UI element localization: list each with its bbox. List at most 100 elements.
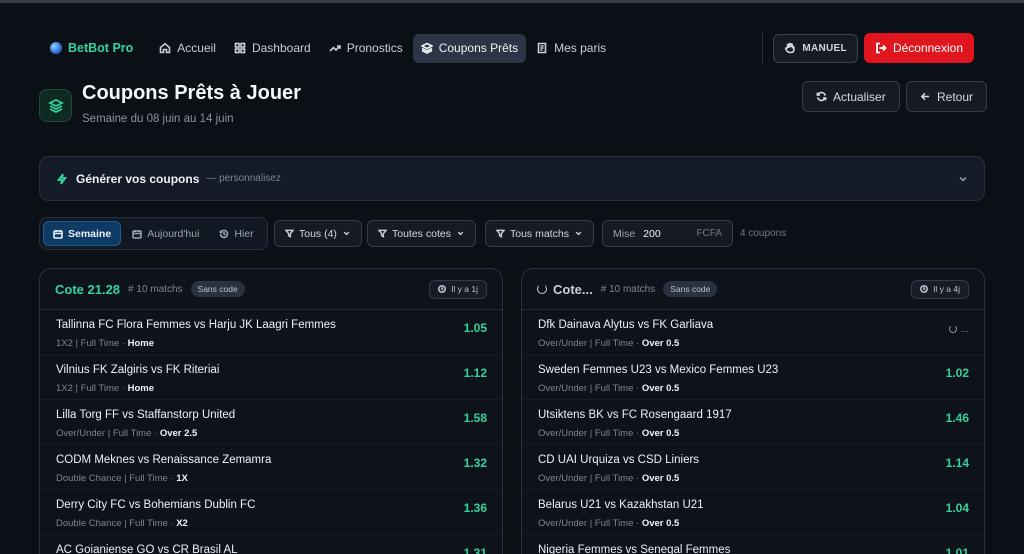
hand-icon bbox=[785, 42, 796, 54]
match-odd: 1.58 bbox=[463, 411, 487, 425]
coupon-card[interactable]: Cote 21.28 # 10 matchs Sans code Il y a … bbox=[39, 268, 503, 554]
market-label: Double Chance | Full Time · bbox=[56, 518, 177, 529]
tab-label: Semaine bbox=[68, 227, 112, 240]
coupon-card[interactable]: Cote... # 10 matchs Sans code Il y a 4j … bbox=[521, 268, 985, 554]
back-button[interactable]: Retour bbox=[906, 81, 988, 112]
tab-aujourdhui[interactable]: Aujourd'hui bbox=[123, 221, 208, 246]
nav-item-dashboard[interactable]: Dashboard bbox=[226, 34, 319, 63]
dropdown-label: Toutes cotes bbox=[392, 227, 451, 240]
layers-icon bbox=[420, 42, 433, 54]
tab-hier[interactable]: Hier bbox=[210, 221, 262, 246]
selection-label: 1X bbox=[176, 473, 188, 484]
list-item[interactable]: Nigeria Femmes vs Senegal Femmes 1.01 bbox=[522, 535, 984, 554]
selection-label: Over 0.5 bbox=[641, 428, 680, 439]
market-label: Over/Under | Full Time · bbox=[538, 338, 642, 349]
brand-name: BetBot Pro bbox=[68, 41, 134, 55]
pending-odd: ... bbox=[949, 324, 969, 334]
list-item[interactable]: Tallinna FC Flora Femmes vs Harju JK Laa… bbox=[40, 310, 502, 355]
match-odd: 1.12 bbox=[463, 366, 487, 380]
list-item[interactable]: CODM Meknes vs Renaissance Zemamra Doubl… bbox=[40, 445, 502, 490]
match-meta: Double Chance | Full Time · X2 bbox=[56, 518, 188, 529]
nav-item-coupons-prets[interactable]: Coupons Prêts bbox=[412, 33, 527, 63]
list-item[interactable]: Dfk Dainava Alytus vs FK Garliava Over/U… bbox=[522, 310, 984, 355]
market-label: Over/Under | Full Time · bbox=[538, 428, 642, 439]
market-label: Over/Under | Full Time · bbox=[538, 383, 642, 394]
coupon-odds: Cote 21.28 bbox=[55, 281, 121, 297]
list-item[interactable]: Vilnius FK Zalgiris vs FK Riteriai 1X2 |… bbox=[40, 355, 502, 400]
manuel-button[interactable]: MANUEL bbox=[773, 33, 858, 63]
code-badge: Sans code bbox=[190, 281, 245, 297]
loading-spinner-icon bbox=[537, 284, 547, 294]
tab-semaine[interactable]: Semaine bbox=[43, 221, 122, 246]
match-name: Lilla Torg FF vs Staffanstorp United bbox=[56, 409, 236, 421]
refresh-button[interactable]: Actualiser bbox=[802, 81, 900, 112]
list-item[interactable]: AC Goianiense GO vs CR Brasil AL 1.31 bbox=[40, 535, 502, 554]
chevron-down-icon bbox=[575, 231, 582, 236]
page-title: Coupons Prêts à Jouer bbox=[82, 82, 301, 104]
nav-item-accueil[interactable]: Accueil bbox=[151, 34, 224, 63]
refresh-icon bbox=[816, 91, 827, 102]
filter-icon bbox=[496, 229, 505, 238]
period-segmented-control: Semaine Aujourd'hui Hier bbox=[39, 217, 268, 250]
stake-input[interactable]: Mise 200 FCFA bbox=[602, 220, 733, 247]
selection-label: Over 2.5 bbox=[159, 428, 198, 439]
chevron-down-icon bbox=[457, 231, 464, 236]
loading-spinner-icon bbox=[949, 325, 958, 333]
match-name: Vilnius FK Zalgiris vs FK Riteriai bbox=[56, 364, 220, 376]
brand[interactable]: BetBot Pro bbox=[50, 41, 133, 55]
list-item[interactable]: Belarus U21 vs Kazakhstan U21 Over/Under… bbox=[522, 490, 984, 535]
dropdown-label: Tous (4) bbox=[299, 227, 337, 240]
match-meta: 1X2 | Full Time · Home bbox=[56, 383, 154, 394]
filter-icon bbox=[285, 229, 294, 238]
chevron-down-icon bbox=[343, 231, 350, 236]
status-filter-dropdown[interactable]: Tous (4) bbox=[274, 220, 362, 247]
match-odd: 1.01 bbox=[945, 546, 969, 554]
chevron-down-icon bbox=[959, 176, 967, 182]
time-label: Il y a 4j bbox=[933, 284, 960, 294]
history-icon bbox=[220, 229, 229, 238]
market-label: Double Chance | Full Time · bbox=[56, 473, 177, 484]
list-item[interactable]: Derry City FC vs Bohemians Dublin FC Dou… bbox=[40, 490, 502, 535]
selection-label: Over 0.5 bbox=[641, 473, 680, 484]
market-label: Over/Under | Full Time · bbox=[538, 518, 642, 529]
match-odd: 1.31 bbox=[463, 546, 487, 554]
list-item[interactable]: Sweden Femmes U23 vs Mexico Femmes U23 O… bbox=[522, 355, 984, 400]
generate-coupons-panel[interactable]: Générer vos coupons — personnalisez bbox=[39, 156, 985, 201]
bolt-icon bbox=[56, 172, 68, 185]
match-name: CODM Meknes vs Renaissance Zemamra bbox=[56, 454, 272, 466]
currency-label: FCFA bbox=[696, 228, 722, 239]
tab-label: Aujourd'hui bbox=[147, 227, 200, 240]
nav-item-label: Coupons Prêts bbox=[438, 41, 519, 55]
logout-label: Déconnexion bbox=[892, 41, 963, 55]
nav-item-label: Mes paris bbox=[554, 41, 607, 55]
stake-value[interactable]: 200 bbox=[643, 228, 661, 240]
coupon-header: Cote 21.28 # 10 matchs Sans code Il y a … bbox=[40, 269, 502, 310]
top-nav: BetBot Pro Accueil Dashboard Pronostics … bbox=[50, 33, 974, 63]
match-meta: Over/Under | Full Time · Over 0.5 bbox=[538, 338, 679, 349]
logout-icon bbox=[876, 42, 887, 54]
code-badge: Sans code bbox=[663, 281, 718, 297]
match-meta: 1X2 | Full Time · Home bbox=[56, 338, 154, 349]
coupon-count: 4 coupons bbox=[740, 228, 787, 239]
match-name: Belarus U21 vs Kazakhstan U21 bbox=[538, 499, 704, 511]
list-item[interactable]: Lilla Torg FF vs Staffanstorp United Ove… bbox=[40, 400, 502, 445]
matches-filter-dropdown[interactable]: Tous matchs bbox=[485, 220, 594, 247]
nav-item-pronostics[interactable]: Pronostics bbox=[321, 34, 411, 63]
market-label: 1X2 | Full Time · bbox=[56, 383, 128, 394]
market-label: 1X2 | Full Time · bbox=[56, 338, 128, 349]
match-odd: 1.04 bbox=[945, 501, 969, 515]
filter-icon bbox=[378, 229, 387, 238]
selection-label: Over 0.5 bbox=[641, 518, 680, 529]
list-item[interactable]: CD UAI Urquiza vs CSD Liniers Over/Under… bbox=[522, 445, 984, 490]
selection-label: Home bbox=[127, 383, 155, 394]
nav-item-label: Accueil bbox=[177, 41, 216, 55]
globe-icon bbox=[50, 42, 62, 54]
logout-button[interactable]: Déconnexion bbox=[863, 33, 974, 63]
nav-divider bbox=[762, 33, 764, 63]
layers-icon bbox=[39, 89, 72, 122]
selection-label: X2 bbox=[176, 518, 188, 529]
odds-filter-dropdown[interactable]: Toutes cotes bbox=[367, 220, 476, 247]
nav-item-mes-paris[interactable]: Mes paris bbox=[528, 34, 614, 63]
time-badge: Il y a 1j bbox=[429, 279, 487, 299]
list-item[interactable]: Utsiktens BK vs FC Rosengaard 1917 Over/… bbox=[522, 400, 984, 445]
